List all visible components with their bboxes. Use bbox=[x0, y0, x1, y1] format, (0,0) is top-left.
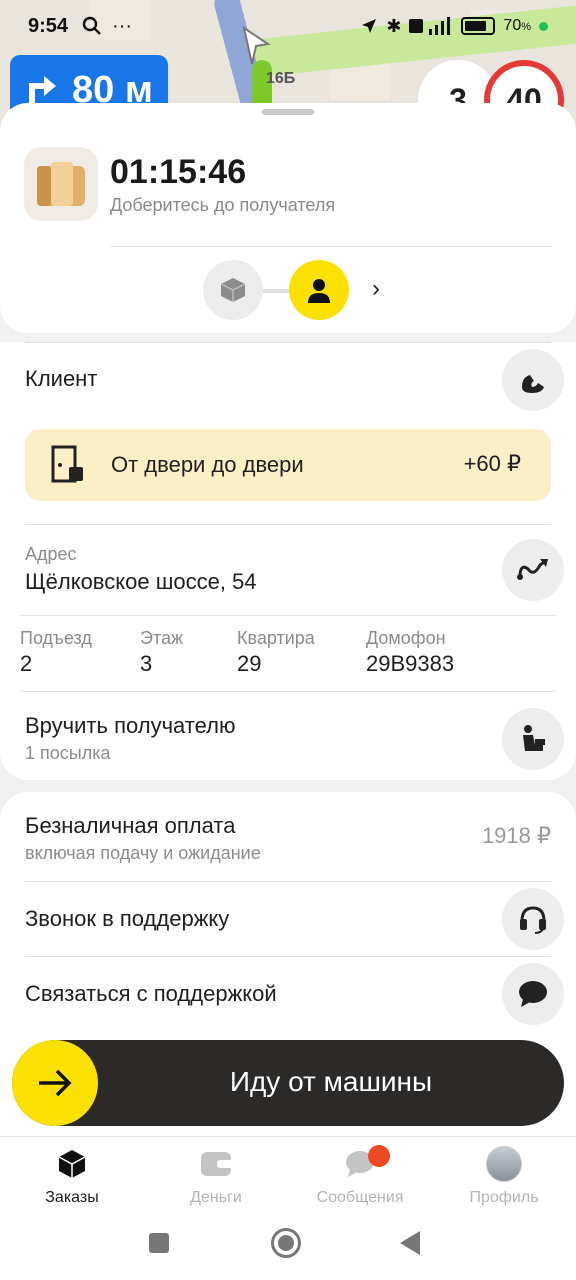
entrance-label: Подъезд bbox=[20, 628, 92, 648]
apartment-value: 29 bbox=[237, 651, 262, 676]
tab-orders[interactable]: Заказы bbox=[12, 1145, 132, 1207]
box-icon bbox=[58, 1150, 86, 1178]
handover-icon bbox=[523, 725, 545, 751]
system-navigation-bar bbox=[0, 1216, 576, 1280]
wallet-icon bbox=[201, 1152, 233, 1176]
handover-title: Вручить получателю bbox=[25, 713, 236, 738]
bottom-tab-bar: Заказы Деньги Сообщения Профиль bbox=[0, 1136, 576, 1216]
arrow-right-icon bbox=[12, 1040, 98, 1126]
privacy-indicator bbox=[539, 21, 548, 31]
order-details-sheet: Клиент От двери до двери +60 ₽ Адрес Щёл… bbox=[0, 342, 576, 780]
divider bbox=[25, 956, 551, 957]
recent-apps-button[interactable] bbox=[149, 1233, 169, 1253]
support-chat-button[interactable] bbox=[502, 963, 564, 1025]
order-header-sheet: 01:15:46 Доберитесь до получателя › bbox=[0, 103, 576, 333]
payment-title: Безналичная оплата bbox=[25, 813, 236, 838]
battery-icon bbox=[461, 17, 496, 35]
step-pickup[interactable] bbox=[203, 260, 263, 320]
tab-profile-label: Профиль bbox=[469, 1189, 539, 1206]
divider bbox=[25, 524, 551, 525]
address-value[interactable]: Щёлковское шоссе, 54 bbox=[25, 569, 257, 595]
apartment-label: Квартира bbox=[237, 628, 315, 648]
walk-from-car-label: Иду от машины bbox=[229, 1066, 433, 1097]
notification-badge bbox=[368, 1145, 390, 1167]
sheet-grabber[interactable] bbox=[262, 109, 314, 115]
divider bbox=[20, 691, 556, 692]
avatar bbox=[486, 1146, 522, 1182]
client-label: Клиент bbox=[25, 366, 98, 391]
support-call-button[interactable] bbox=[502, 888, 564, 950]
intercom-value: 29В9383 bbox=[366, 651, 455, 676]
box-icon bbox=[220, 278, 246, 302]
search-icon bbox=[82, 16, 101, 35]
person-icon bbox=[308, 279, 330, 303]
divider bbox=[20, 615, 556, 616]
walk-from-car-button[interactable]: Иду от машины bbox=[12, 1040, 564, 1126]
divider bbox=[25, 881, 551, 882]
intercom-label: Домофон bbox=[366, 628, 446, 648]
door-delivery-icon bbox=[51, 445, 83, 483]
route-button[interactable] bbox=[502, 539, 564, 601]
more-icon: ··· bbox=[112, 14, 133, 37]
tab-messages[interactable]: Сообщения bbox=[300, 1145, 420, 1207]
divider bbox=[110, 246, 552, 247]
status-bar: 9:54 ··· ✱ 70% bbox=[0, 0, 576, 52]
route-icon bbox=[517, 559, 548, 580]
floor-label: Этаж bbox=[140, 628, 184, 648]
bluetooth-icon: ✱ bbox=[386, 15, 402, 36]
entrance-value: 2 bbox=[20, 651, 33, 676]
divider bbox=[25, 342, 551, 343]
call-client-button[interactable] bbox=[502, 349, 564, 411]
handover-subtitle: 1 посылка bbox=[25, 743, 111, 763]
door-to-door-banner[interactable]: От двери до двери +60 ₽ bbox=[25, 429, 551, 501]
tab-money-label: Деньги bbox=[190, 1189, 242, 1206]
tab-orders-label: Заказы bbox=[45, 1189, 99, 1206]
tab-messages-label: Сообщения bbox=[316, 1189, 404, 1206]
chevron-right-icon[interactable]: › bbox=[372, 275, 380, 303]
order-subtitle: Доберитесь до получателя bbox=[110, 195, 336, 215]
clock: 9:54 bbox=[28, 14, 69, 37]
floor-value: 3 bbox=[140, 651, 153, 676]
chat-bubble-icon bbox=[519, 981, 547, 1007]
location-icon bbox=[362, 19, 377, 33]
support-chat-label[interactable]: Связаться с поддержкой bbox=[25, 981, 277, 1007]
step-recipient[interactable] bbox=[289, 260, 349, 320]
order-timer: 01:15:46 bbox=[110, 153, 247, 191]
house-number: 16Б bbox=[266, 70, 296, 87]
tab-money[interactable]: Деньги bbox=[156, 1145, 276, 1207]
payment-subtitle: включая подачу и ожидание bbox=[25, 843, 261, 863]
promo-text: От двери до двери bbox=[111, 452, 304, 477]
handover-button[interactable] bbox=[502, 708, 564, 770]
promo-price: +60 ₽ bbox=[463, 451, 521, 476]
address-label: Адрес bbox=[25, 544, 77, 564]
battery-level: 70% bbox=[503, 17, 531, 34]
signal-icon bbox=[409, 17, 451, 35]
payment-amount: 1918 ₽ bbox=[481, 823, 551, 848]
home-button[interactable] bbox=[271, 1228, 301, 1258]
back-button[interactable] bbox=[400, 1231, 420, 1255]
tab-profile[interactable]: Профиль bbox=[444, 1145, 564, 1207]
phone-icon bbox=[522, 375, 544, 393]
parcel-icon bbox=[24, 147, 98, 221]
headset-icon bbox=[520, 906, 546, 934]
support-call-label[interactable]: Звонок в поддержку bbox=[25, 906, 229, 932]
